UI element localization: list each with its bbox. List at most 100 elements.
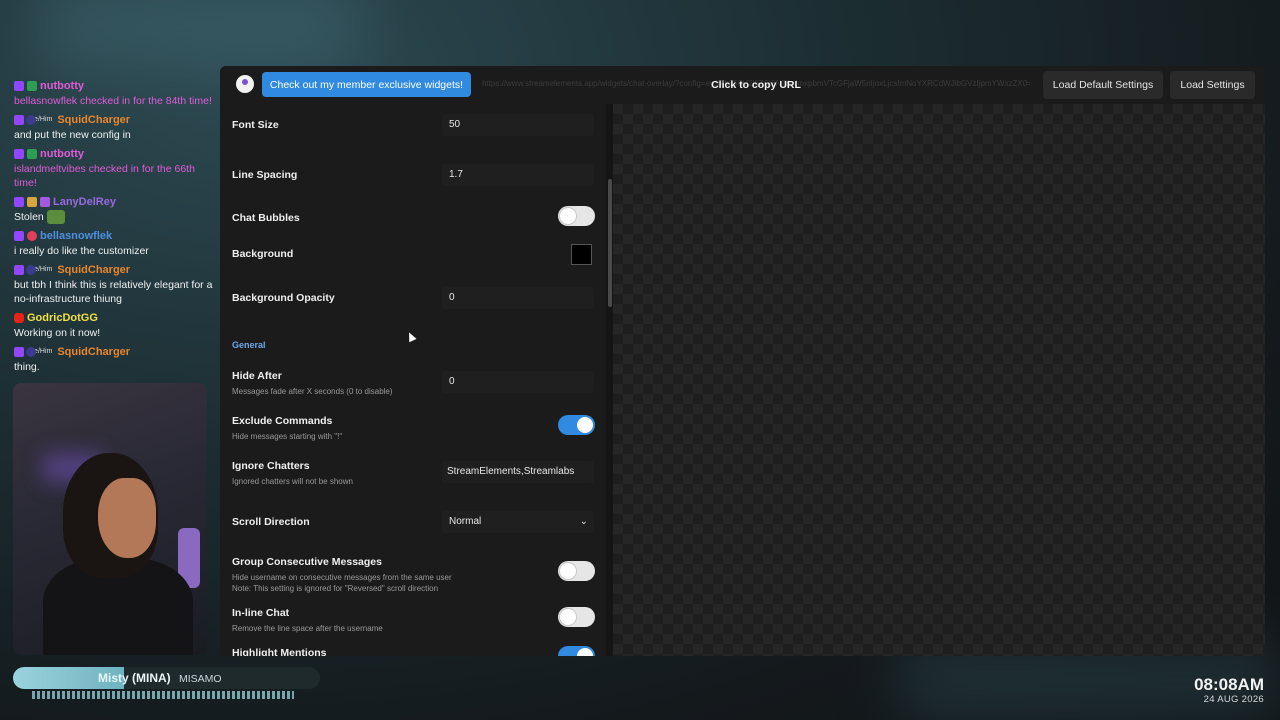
load-default-settings-button[interactable]: Load Default Settings	[1043, 71, 1163, 99]
now-playing-song: Misty (MINA)	[98, 671, 171, 685]
chat-message-body: and put the new config in	[14, 129, 131, 141]
yt-badge-icon	[14, 313, 24, 324]
chat-message-text: Stolen	[14, 210, 214, 225]
toolbar: Check out my member exclusive widgets! h…	[220, 66, 1265, 104]
webcam-feed	[13, 383, 207, 655]
exclude-commands-label: Exclude Commands	[232, 415, 333, 427]
chat-message-header: He/Him SquidCharger	[14, 344, 214, 360]
line-spacing-label: Line Spacing	[232, 169, 298, 181]
chat-message-text: i really do like the customizer	[14, 244, 214, 258]
font-size-input[interactable]: 50	[442, 114, 594, 136]
background-opacity-label: Background Opacity	[232, 292, 335, 304]
chat-username: LanyDelRey	[53, 196, 116, 208]
highlight-mentions-toggle[interactable]	[558, 646, 595, 656]
heart-badge-icon	[27, 231, 37, 242]
chat-message-body: i really do like the customizer	[14, 245, 149, 258]
group-consecutive-note: Note: This setting is ignored for "Rever…	[232, 584, 439, 593]
chat-message-text: Working on it now!	[14, 326, 214, 340]
ignore-chatters-label: Ignore Chatters	[232, 460, 310, 472]
twitch-badge-icon	[14, 115, 24, 125]
hide-after-label: Hide After	[232, 370, 282, 382]
chat-message: nutbotty bellasnowflek checked in for the…	[14, 78, 214, 108]
twitch-badge-icon	[14, 265, 24, 276]
ignore-chatters-description: Ignored chatters will not be shown	[232, 477, 353, 486]
group-consecutive-label: Group Consecutive Messages	[232, 556, 382, 568]
toggle-knob	[577, 417, 593, 433]
toggle-knob	[560, 563, 576, 579]
chat-username: SquidCharger	[57, 346, 131, 359]
scroll-direction-label: Scroll Direction	[232, 516, 310, 528]
chat-username: bellasnowflek	[40, 230, 113, 243]
chat-message-text: but tbh I think this is relatively elega…	[14, 278, 214, 306]
chat-message: GodricDotGG Working on it now!	[14, 310, 214, 340]
chat-message-header: nutbotty	[14, 146, 214, 162]
chat-message-text: bellasnowflek checked in for the 84th ti…	[14, 94, 214, 108]
scroll-direction-select[interactable]: Normal ⌄	[442, 511, 594, 533]
chat-message-text: thing.	[14, 360, 214, 374]
twitch-badge-icon	[14, 197, 24, 207]
chat-message-text: and put the new config in	[14, 128, 214, 142]
chat-username: GodricDotGG	[27, 312, 98, 325]
chat-message-header: He/Him SquidCharger	[14, 112, 214, 128]
chat-username: nutbotty	[40, 148, 84, 160]
sub-badge-icon	[26, 115, 36, 125]
audio-visualizer	[32, 691, 294, 699]
chat-message: LanyDelRey Stolen	[14, 194, 214, 225]
inline-chat-description: Remove the line space after the username	[232, 624, 383, 633]
background-color-picker[interactable]	[571, 244, 592, 265]
copy-url-field[interactable]: https://www.streamelements.app/widgets/c…	[482, 79, 1030, 91]
background-opacity-input[interactable]: 0	[442, 287, 594, 309]
highlight-mentions-label: Highlight Mentions	[232, 647, 327, 656]
copy-url-label: Click to copy URL	[711, 79, 801, 91]
chat-message-header: He/Him SquidCharger	[14, 262, 214, 278]
settings-panel: Font Size 50 Line Spacing 1.7 Chat Bubbl…	[220, 104, 606, 656]
twitch-badge-icon	[14, 81, 24, 91]
clock-time: 08:08AM	[1194, 675, 1264, 694]
line-spacing-input[interactable]: 1.7	[442, 164, 594, 186]
chat-message: bellasnowflek i really do like the custom…	[14, 228, 214, 258]
inline-chat-label: In-line Chat	[232, 607, 290, 619]
member-widgets-button[interactable]: Check out my member exclusive widgets!	[262, 72, 471, 97]
inline-chat-toggle[interactable]	[558, 607, 595, 627]
twitch-badge-icon	[14, 231, 24, 242]
twitch-badge-icon	[14, 347, 24, 358]
now-playing-artist: MISAMO	[179, 673, 222, 685]
background-label: Background	[232, 248, 294, 260]
emote-icon	[46, 210, 65, 225]
chat-message-body: Stolen	[14, 211, 44, 223]
chat-message: He/Him SquidCharger thing.	[14, 344, 214, 374]
toggle-knob	[577, 648, 593, 656]
chat-message-header: GodricDotGG	[14, 310, 214, 326]
background-glow	[40, 0, 360, 70]
chat-message: He/Him SquidCharger and put the new config…	[14, 112, 214, 142]
chat-username: SquidCharger	[57, 264, 131, 277]
chat-username: nutbotty	[40, 80, 84, 92]
stream-chat-overlay: nutbotty bellasnowflek checked in for the…	[14, 78, 214, 378]
chat-message-body: bellasnowflek checked in for the 84th ti…	[14, 95, 212, 107]
logo-icon[interactable]	[236, 75, 254, 93]
streamer-face	[98, 478, 156, 558]
twitch-badge-icon	[14, 149, 24, 159]
hide-after-description: Messages fade after X seconds (0 to disa…	[232, 387, 393, 396]
chat-username: SquidCharger	[57, 114, 131, 126]
chat-bubbles-toggle[interactable]	[558, 206, 595, 226]
chat-message: He/Him SquidCharger but tbh I think this i…	[14, 262, 214, 306]
toggle-knob	[560, 609, 576, 625]
exclude-commands-toggle[interactable]	[558, 415, 595, 435]
load-settings-button[interactable]: Load Settings	[1170, 71, 1255, 99]
chat-message-body: islandmeltvibes checked in for the 66th …	[14, 163, 195, 189]
scroll-direction-value: Normal	[449, 516, 482, 527]
chat-message-body: thing.	[14, 361, 40, 374]
purple-badge-icon	[40, 197, 50, 207]
chevron-down-icon: ⌄	[579, 516, 588, 527]
hide-after-input[interactable]: 0	[442, 371, 594, 393]
chat-message-header: bellasnowflek	[14, 228, 214, 244]
check-badge-icon	[27, 149, 37, 159]
settings-scrollbar-thumb[interactable]	[608, 179, 612, 307]
toggle-knob	[560, 208, 576, 224]
now-playing-text: Misty (MINA) MISAMO	[98, 671, 222, 685]
ignore-chatters-input[interactable]: StreamElements,Streamlabs	[442, 461, 594, 483]
group-consecutive-toggle[interactable]	[558, 561, 595, 581]
section-general-heading: General	[232, 340, 266, 350]
chat-message: nutbotty islandmeltvibes checked in for t…	[14, 146, 214, 190]
